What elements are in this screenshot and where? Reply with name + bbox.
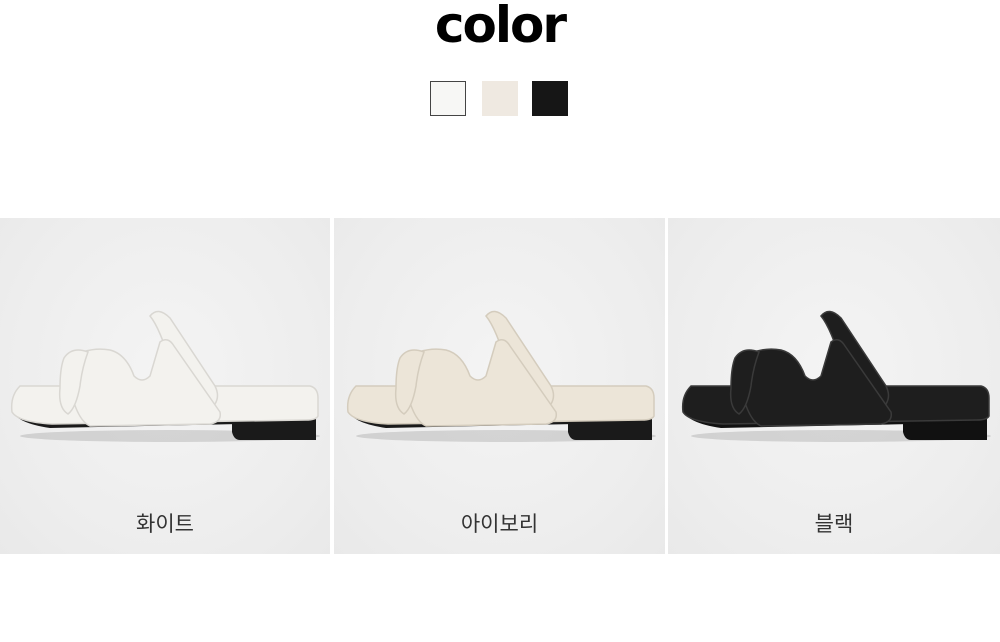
sandal-image-ivory (346, 310, 656, 442)
sandal (346, 310, 656, 442)
sandal (10, 310, 320, 442)
product-label-black: 블랙 (814, 512, 854, 536)
black-swatch[interactable] (532, 81, 568, 116)
sandal (681, 310, 991, 442)
color-swatches (0, 81, 1000, 116)
sandal-front-strap (65, 339, 222, 427)
product-label-ivory: 아이보리 (460, 512, 539, 536)
sandal-front-strap (736, 339, 893, 427)
sandal-image-black (681, 310, 991, 442)
ivory-swatch[interactable] (482, 81, 518, 116)
product-card-ivory[interactable]: 아이보리 (334, 218, 665, 554)
product-card-white[interactable]: 화이트 (0, 218, 330, 554)
sandal-image-white (10, 310, 320, 442)
section-title: color (434, 0, 567, 54)
product-gallery: 화이트 아이보리 블랙 (0, 218, 1000, 554)
sandal-front-strap (401, 339, 558, 427)
product-card-black[interactable]: 블랙 (668, 218, 1000, 554)
product-label-white: 화이트 (136, 512, 194, 536)
white-swatch[interactable] (430, 81, 466, 116)
